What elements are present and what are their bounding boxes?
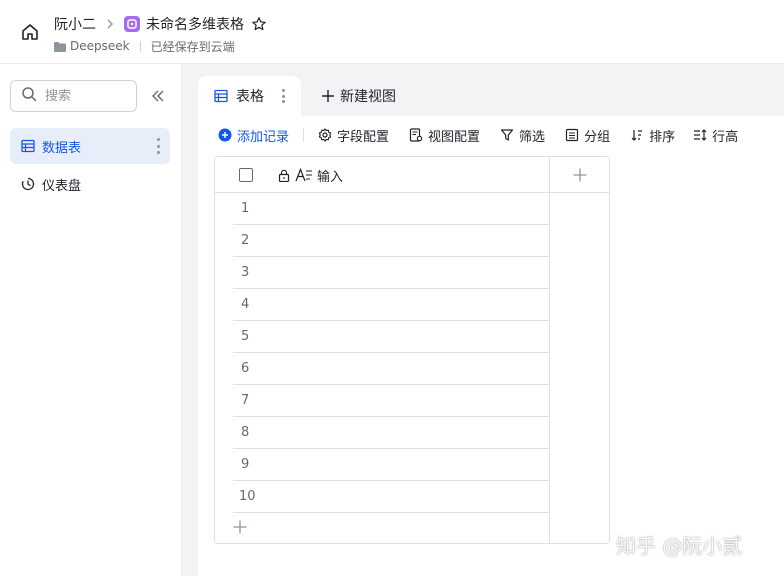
doc-title[interactable]: 未命名多维表格	[146, 14, 244, 34]
row-number: 4	[241, 297, 250, 312]
sidebar-item-datatable[interactable]: 数据表	[10, 128, 170, 164]
row-height-button[interactable]: 行高	[693, 122, 738, 148]
breadcrumb: 阮小二 未命名多维表格	[54, 14, 268, 34]
lock-icon	[277, 168, 291, 182]
filter-label: 筛选	[519, 129, 546, 145]
folder-name[interactable]: Deepseek	[70, 39, 130, 53]
table-row[interactable]: 7	[215, 385, 549, 417]
star-icon[interactable]	[250, 15, 268, 33]
sort-icon	[630, 128, 644, 142]
row-height-label: 行高	[712, 129, 739, 145]
table-row[interactable]: 4	[215, 289, 549, 321]
filter-button[interactable]: 筛选	[500, 122, 545, 148]
grid-header: 输入	[215, 157, 609, 193]
add-circle-icon	[218, 128, 232, 142]
breadcrumb-owner[interactable]: 阮小二	[54, 14, 96, 34]
row-number: 5	[241, 329, 250, 344]
filter-icon	[500, 128, 514, 142]
field-header-input[interactable]: 输入	[277, 165, 343, 185]
tab-table-view[interactable]: 表格	[198, 76, 301, 116]
new-view-label: 新建视图	[340, 89, 396, 105]
sidebar-item-label: 仪表盘	[42, 178, 82, 194]
more-icon[interactable]	[281, 89, 285, 103]
collapse-sidebar-icon[interactable]	[148, 86, 168, 106]
save-status: 已经保存到云端	[150, 39, 235, 54]
table-row[interactable]: 1	[215, 193, 549, 225]
table-row[interactable]: 10	[215, 481, 549, 513]
text-field-icon	[295, 168, 313, 182]
table-row[interactable]: 9	[215, 449, 549, 481]
row-number: 8	[241, 425, 250, 440]
field-config-button[interactable]: 字段配置	[318, 122, 389, 148]
row-number: 10	[239, 489, 256, 504]
new-view-button[interactable]: 新建视图	[320, 86, 396, 106]
sidebar-item-label: 数据表	[42, 140, 82, 156]
row-number: 1	[241, 201, 250, 216]
table-row[interactable]: 6	[215, 353, 549, 385]
folder-icon	[54, 41, 66, 52]
group-icon	[565, 128, 579, 142]
view-config-button[interactable]: 视图配置	[409, 122, 480, 148]
row-number: 7	[241, 393, 250, 408]
tab-label: 表格	[236, 89, 264, 105]
view-config-icon	[409, 128, 423, 142]
row-number: 6	[241, 361, 250, 376]
row-number: 9	[241, 457, 250, 472]
top-header: 阮小二 未命名多维表格 Deepseek 已经保存到云端	[0, 0, 784, 64]
table-row[interactable]: 8	[215, 417, 549, 449]
search-icon	[21, 86, 37, 106]
field-name: 输入	[317, 169, 344, 185]
toolbar: 添加记录 字段配置 视图配置 筛选 分组 排序 行高	[198, 122, 784, 148]
bitable-icon	[124, 16, 140, 32]
table-row[interactable]: 5	[215, 321, 549, 353]
view-panel: 表格 新建视图 添加记录 字段配置 视图配置 筛选 分组 排序 行高 输入 1 …	[198, 76, 784, 576]
sidebar: 数据表 仪表盘	[0, 64, 182, 576]
main-area: 表格 新建视图 添加记录 字段配置 视图配置 筛选 分组 排序 行高 输入 1 …	[182, 64, 784, 576]
field-config-label: 字段配置	[337, 129, 390, 145]
add-row-icon[interactable]	[232, 519, 248, 535]
watermark: 知乎 @阮小贰	[616, 534, 743, 558]
plus-icon	[320, 88, 336, 104]
table-row[interactable]: 2	[215, 225, 549, 257]
sort-label: 排序	[649, 129, 676, 145]
row-number: 2	[241, 233, 250, 248]
chevron-right-icon	[102, 16, 118, 32]
view-tab-bar: 表格 新建视图	[198, 76, 784, 116]
add-record-label: 添加记录	[237, 129, 290, 145]
divider	[139, 40, 141, 52]
table-icon	[20, 138, 36, 154]
dashboard-icon	[20, 176, 36, 192]
doc-meta: Deepseek 已经保存到云端	[54, 38, 235, 54]
add-record-button[interactable]: 添加记录	[218, 122, 289, 148]
select-all-checkbox[interactable]	[239, 168, 253, 182]
search-input[interactable]	[45, 88, 125, 104]
group-label: 分组	[584, 129, 611, 145]
grid-rows: 1 2 3 4 5 6 7 8 9 10	[215, 193, 549, 513]
view-config-label: 视图配置	[428, 129, 481, 145]
row-number: 3	[241, 265, 250, 280]
row-height-icon	[693, 128, 707, 142]
more-icon[interactable]	[156, 138, 160, 154]
search-box[interactable]	[10, 80, 137, 112]
column-divider	[549, 157, 550, 543]
gear-icon	[318, 128, 332, 142]
add-field-icon[interactable]	[571, 166, 589, 184]
table-row[interactable]: 3	[215, 257, 549, 289]
sidebar-item-dashboard[interactable]: 仪表盘	[10, 166, 170, 202]
data-grid: 输入 1 2 3 4 5 6 7 8 9 10	[214, 156, 610, 544]
sort-button[interactable]: 排序	[630, 122, 675, 148]
group-button[interactable]: 分组	[565, 122, 610, 148]
home-icon[interactable]	[18, 20, 42, 44]
table-icon	[214, 88, 230, 104]
divider	[303, 128, 305, 142]
